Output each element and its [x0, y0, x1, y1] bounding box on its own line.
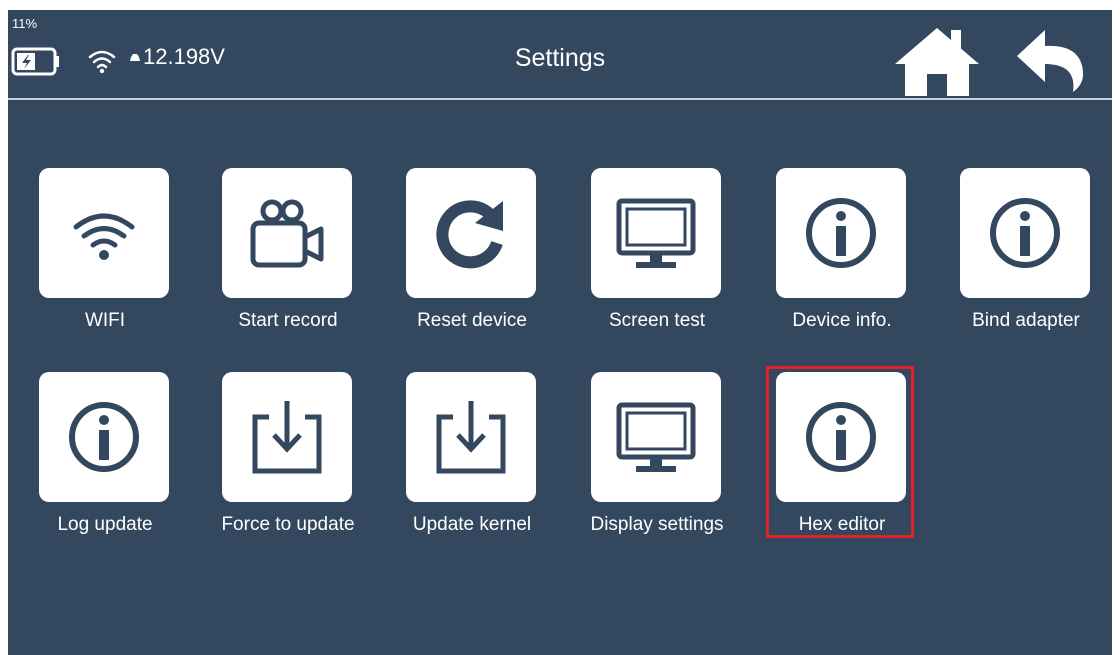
- tile-icon-box: [39, 168, 169, 298]
- info-icon: [990, 198, 1060, 268]
- tile-icon-box: [222, 372, 352, 502]
- tile-label: WIFI: [84, 310, 126, 331]
- info-icon: [806, 198, 876, 268]
- tile-update-kernel[interactable]: Update kernel: [392, 372, 552, 552]
- tile-bind-adapter[interactable]: Bind adapter: [946, 168, 1106, 348]
- header-bar: 11% 12.198V Settings: [8, 10, 1112, 98]
- tile-start-record[interactable]: Start record: [208, 168, 368, 348]
- tile-label: Device info.: [792, 310, 892, 331]
- tile-icon-box: [39, 372, 169, 502]
- header-divider: [8, 98, 1112, 100]
- settings-screen: 11% 12.198V Settings WIFI Start record R…: [8, 10, 1112, 655]
- monitor-icon: [616, 402, 696, 472]
- tile-icon-box: [406, 372, 536, 502]
- tile-label: Force to update: [221, 514, 355, 535]
- tile-label: Update kernel: [412, 514, 532, 535]
- tile-reset-device[interactable]: Reset device: [392, 168, 552, 348]
- battery-percent: 11%: [12, 16, 38, 31]
- tile-icon-box: [776, 168, 906, 298]
- info-icon: [69, 402, 139, 472]
- highlight-box: [766, 366, 914, 538]
- tile-wifi[interactable]: WIFI: [25, 168, 185, 348]
- home-button[interactable]: [895, 24, 979, 96]
- tile-icon-box: [960, 168, 1090, 298]
- tile-label: Start record: [238, 310, 338, 331]
- home-icon: [895, 28, 979, 96]
- tile-force-to-update[interactable]: Force to update: [208, 372, 368, 552]
- download-icon: [252, 401, 322, 474]
- tile-log-update[interactable]: Log update: [25, 372, 185, 552]
- tile-display-settings[interactable]: Display settings: [577, 372, 737, 552]
- tile-icon-box: [591, 168, 721, 298]
- tile-device-info[interactable]: Device info.: [762, 168, 922, 348]
- monitor-icon: [616, 198, 696, 268]
- tile-label: Screen test: [608, 310, 706, 331]
- tile-screen-test[interactable]: Screen test: [577, 168, 737, 348]
- back-button[interactable]: [1017, 30, 1085, 92]
- tile-label: Reset device: [417, 310, 527, 331]
- tile-icon-box: [222, 168, 352, 298]
- download-icon: [436, 401, 506, 474]
- video-camera-icon: [250, 199, 324, 268]
- tile-label: Log update: [57, 514, 153, 535]
- tile-label: Bind adapter: [972, 310, 1080, 331]
- refresh-icon: [436, 200, 503, 269]
- tile-icon-box: [406, 168, 536, 298]
- tile-icon-box: [591, 372, 721, 502]
- back-arrow-icon: [1017, 30, 1084, 92]
- wifi-icon: [73, 213, 135, 260]
- tile-label: Display settings: [590, 514, 724, 535]
